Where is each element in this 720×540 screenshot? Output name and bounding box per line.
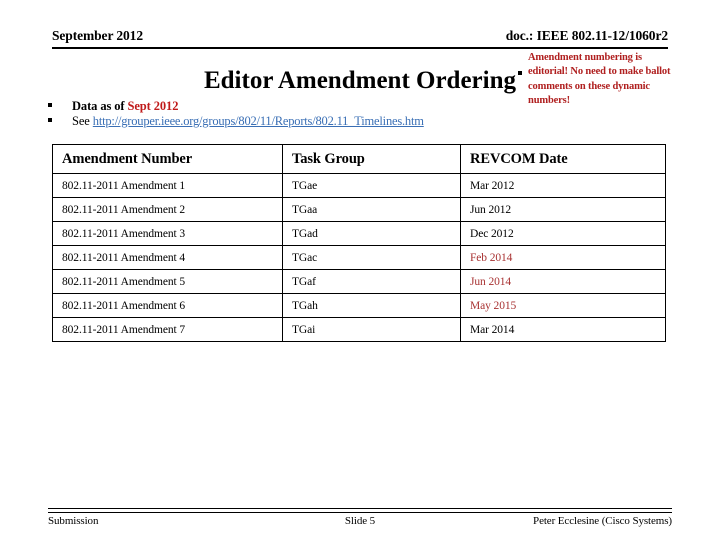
cell-revcom-date: Dec 2012 <box>460 221 666 246</box>
table-row: 802.11-2011 Amendment 5 TGaf Jun 2014 <box>52 269 666 294</box>
header-divider-rule <box>52 47 668 49</box>
bullet-list: Data as of Sept 2012 See http://grouper.… <box>46 97 526 128</box>
cell-amendment-number: 802.11-2011 Amendment 2 <box>52 197 283 222</box>
cell-task-group: TGac <box>282 245 461 270</box>
column-header-task-group: Task Group <box>282 144 461 174</box>
editorial-callout: Amendment numbering is editorial! No nee… <box>518 51 678 109</box>
table-row: 802.11-2011 Amendment 1 TGae Mar 2012 <box>52 173 666 198</box>
table-row: 802.11-2011 Amendment 6 TGah May 2015 <box>52 293 666 318</box>
cell-task-group: TGah <box>282 293 461 318</box>
cell-amendment-number: 802.11-2011 Amendment 5 <box>52 269 283 294</box>
timelines-link[interactable]: http://grouper.ieee.org/groups/802/11/Re… <box>93 114 424 128</box>
column-header-amendment-number: Amendment Number <box>52 144 283 174</box>
cell-revcom-date: Jun 2012 <box>460 197 666 222</box>
cell-revcom-date: Jun 2014 <box>460 269 666 294</box>
cell-amendment-number: 802.11-2011 Amendment 1 <box>52 173 283 198</box>
footer-divider-rule-lower <box>48 512 672 513</box>
bullet-marker-icon <box>48 118 52 122</box>
cell-revcom-date: Mar 2012 <box>460 173 666 198</box>
table-row: 802.11-2011 Amendment 3 TGad Dec 2012 <box>52 221 666 246</box>
table-row: 802.11-2011 Amendment 7 TGai Mar 2014 <box>52 317 666 342</box>
bullet-data-as-of-label: Data as of <box>72 99 128 113</box>
cell-amendment-number: 802.11-2011 Amendment 7 <box>52 317 283 342</box>
header-document-reference: doc.: IEEE 802.11-12/1060r2 <box>505 28 668 43</box>
cell-task-group: TGai <box>282 317 461 342</box>
bullet-item-data-as-of: Data as of Sept 2012 <box>46 97 526 113</box>
table-row: 802.11-2011 Amendment 4 TGac Feb 2014 <box>52 245 666 270</box>
bullet-see-label: See <box>72 114 93 128</box>
bullet-marker-icon <box>48 103 52 107</box>
callout-bullet-marker <box>518 71 522 75</box>
column-header-revcom-date: REVCOM Date <box>460 144 666 174</box>
cell-revcom-date: Mar 2014 <box>460 317 666 342</box>
cell-revcom-date: Feb 2014 <box>460 245 666 270</box>
table-header-row: Amendment Number Task Group REVCOM Date <box>52 144 666 174</box>
bullet-data-as-of-date: Sept 2012 <box>127 99 179 113</box>
cell-amendment-number: 802.11-2011 Amendment 3 <box>52 221 283 246</box>
table-row: 802.11-2011 Amendment 2 TGaa Jun 2012 <box>52 197 666 222</box>
slide-header: September 2012 doc.: IEEE 802.11-12/1060… <box>52 28 668 50</box>
callout-text: Amendment numbering is editorial! No nee… <box>528 52 671 107</box>
footer-divider-rule-upper <box>48 508 672 509</box>
footer-author: Peter Ecclesine (Cisco Systems) <box>533 515 672 527</box>
bullet-item-see-link: See http://grouper.ieee.org/groups/802/1… <box>46 112 526 128</box>
slide-footer: Submission Slide 5 Peter Ecclesine (Cisc… <box>48 508 672 532</box>
cell-amendment-number: 802.11-2011 Amendment 4 <box>52 245 283 270</box>
header-date: September 2012 <box>52 28 143 43</box>
cell-amendment-number: 802.11-2011 Amendment 6 <box>52 293 283 318</box>
table-body: 802.11-2011 Amendment 1 TGae Mar 2012 802.1… <box>52 173 666 342</box>
cell-task-group: TGaf <box>282 269 461 294</box>
cell-revcom-date: May 2015 <box>460 293 666 318</box>
cell-task-group: TGad <box>282 221 461 246</box>
cell-task-group: TGaa <box>282 197 461 222</box>
amendment-ordering-table: Amendment Number Task Group REVCOM Date … <box>52 144 666 342</box>
cell-task-group: TGae <box>282 173 461 198</box>
